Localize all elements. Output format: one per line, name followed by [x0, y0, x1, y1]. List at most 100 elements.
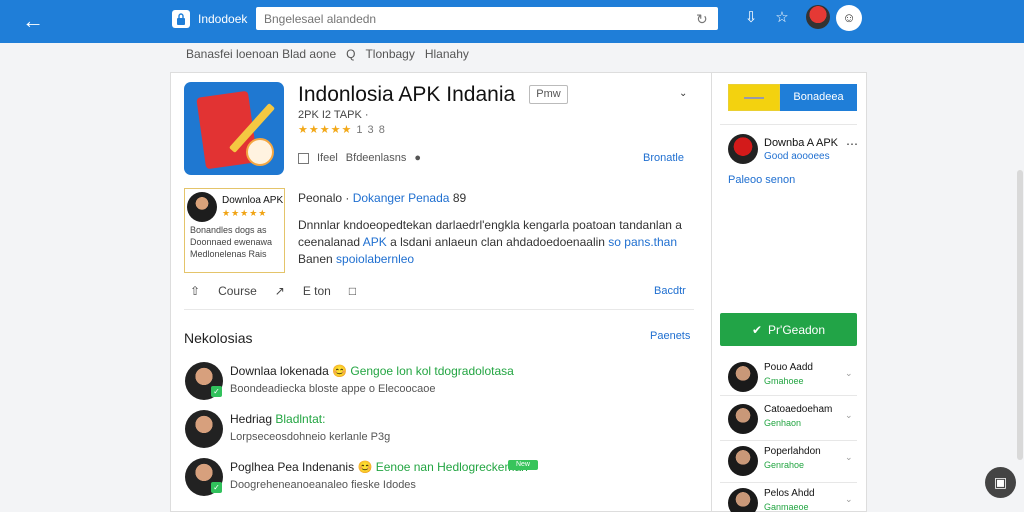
comment-text: Doogreheneanoeanaleo fieske Idodes [230, 479, 416, 491]
breadcrumb: Banasfei loenoan Blad aone Q Tlonbagy Hl… [186, 47, 469, 61]
rating-stars: ★★★★★ [298, 124, 353, 136]
chevron-icon[interactable]: ⌄ [679, 88, 691, 100]
comment-item[interactable]: ✓ Poglhea Pea Indenanis 😊 Eenoe nan Hedl… [184, 458, 704, 502]
comment-tag[interactable]: Bladlntat: [275, 412, 325, 426]
status-badge: New [508, 460, 538, 470]
side-list-item[interactable]: Poperlahdon Genrahoe ⌄ [728, 446, 853, 482]
description-link[interactable]: so pans.than [608, 235, 677, 249]
apk-link[interactable]: APK [363, 235, 387, 249]
chat-icon: ▣ [993, 474, 1008, 490]
share-icon[interactable]: ↗ [275, 284, 285, 298]
download-icon[interactable]: ⇩ [742, 9, 760, 27]
edit-action[interactable]: E ton [303, 284, 331, 298]
promo-text: Bonandles dogs as Doonnaed ewenawa Medlo… [190, 224, 282, 260]
side-item-sub: Ganmaeoe [764, 502, 809, 512]
breadcrumb-item[interactable]: Hlanahy [425, 47, 469, 61]
promo-line: Medlonelenas Rais [190, 249, 267, 259]
breadcrumb-item[interactable]: Banasfei loenoan Blad aone [186, 47, 336, 61]
minus-icon [744, 96, 764, 99]
action-link[interactable]: Bacdtr [654, 285, 686, 297]
comment-item[interactable]: Hedriag Bladlntat: Lorpseceosdohneio ker… [184, 410, 704, 454]
checkbox[interactable] [298, 152, 309, 164]
side-item-sub: Genrahoe [764, 460, 805, 470]
chevron-down-icon[interactable]: ⌄ [845, 452, 853, 463]
green-button[interactable]: ✔ Pr'Geadon [720, 313, 857, 346]
promo-stars: ★★★★★ [222, 208, 268, 218]
blue-button[interactable]: Bonadeea [780, 84, 857, 111]
comment-title: Downlaa lokenada 😊 Gengoe lon kol tdogra… [230, 364, 514, 378]
action-row: ⇧ Course ↗ E ton □ [190, 284, 356, 298]
description-head: Peonalo · Dokanger Penada 89 [298, 191, 467, 205]
back-icon: ← [22, 8, 44, 33]
avatar[interactable] [728, 134, 758, 164]
description-link[interactable]: spoiolabernleo [336, 252, 414, 266]
avatar [187, 192, 217, 222]
verified-icon: ✓ [211, 482, 222, 493]
refresh-icon[interactable]: ↻ [696, 12, 710, 26]
promo-title: Downloa APK [222, 195, 284, 206]
divider [720, 482, 857, 483]
scrollbar[interactable] [1017, 170, 1023, 460]
comment-title: Hedriag Bladlntat: [230, 412, 325, 426]
app-subline: 2PK I2 TAPK · [298, 109, 369, 121]
comment-item[interactable]: ✓ Downlaa lokenada 😊 Gengoe lon kol tdog… [184, 362, 704, 406]
section-link[interactable]: Paenets [650, 330, 690, 342]
lock-icon [172, 10, 190, 28]
chevron-down-icon[interactable]: ⌄ [845, 494, 853, 505]
info-text: Bfdeenlasns [345, 152, 407, 164]
back-button[interactable]: ← [22, 9, 46, 33]
description-text: ceenalanad [298, 235, 361, 249]
site-chip[interactable]: Indodoek [172, 8, 256, 30]
breadcrumb-item[interactable]: Tlonbagy [365, 47, 414, 61]
side-item-name: Pouo Aadd [764, 362, 813, 373]
side-user-name: Downba A APK [764, 137, 838, 149]
verified-icon: ✓ [211, 386, 222, 397]
description-text: Banen [298, 252, 333, 266]
avatar [185, 410, 223, 448]
avatar[interactable] [806, 5, 830, 29]
profile-icon[interactable]: ☺ [836, 5, 862, 31]
side-list-item[interactable]: Catoaedoeham Genhaon ⌄ [728, 404, 853, 440]
comment-name: Poglhea Pea Indenanis [230, 460, 355, 474]
like-icon[interactable]: ⇧ [190, 284, 200, 298]
app-icon [184, 82, 284, 175]
comment-name: Hedriag [230, 412, 273, 426]
side-item-sub: Gmahoee [764, 376, 804, 386]
avatar [728, 488, 758, 512]
bookmark-icon[interactable]: ☆ [773, 9, 791, 27]
description-link[interactable]: Dokanger Penada [353, 191, 450, 205]
comment-text: Lorpseceosdohneio kerlanle P3g [230, 431, 391, 443]
info-link[interactable]: Bronatle [643, 152, 684, 164]
side-item-sub: Genhaon [764, 418, 802, 428]
more-icon[interactable]: ⋯ [846, 137, 858, 151]
avatar [728, 362, 758, 392]
app-tag[interactable]: Pmw [529, 85, 568, 104]
settings-icon[interactable]: ● [414, 152, 421, 164]
comment-name: Downlaa lokenada [230, 364, 329, 378]
rating: ★★★★★ 1 3 8 [298, 123, 386, 136]
comment-tag[interactable]: Eenoe nan Hedlogreckeman [376, 460, 528, 474]
check-icon: ✔ [751, 322, 763, 337]
side-list-item[interactable]: Pouo Aadd Gmahoee ⌄ [728, 362, 853, 398]
comment-tag[interactable]: Gengoe lon kol tdogradolotasa [350, 364, 513, 378]
course-action[interactable]: Course [218, 284, 257, 298]
chevron-down-icon[interactable]: ⌄ [845, 410, 853, 421]
search-input[interactable] [264, 11, 696, 26]
side-link[interactable]: Paleoo senon [728, 174, 795, 186]
chevron-down-icon[interactable]: ⌄ [845, 368, 853, 379]
yellow-button[interactable] [728, 84, 780, 111]
side-user-sub[interactable]: Good aoooees [764, 151, 830, 162]
promo-line: Bonandles dogs as [190, 225, 267, 235]
site-label: Indodoek [198, 12, 248, 26]
comment-icon[interactable]: □ [349, 284, 356, 298]
divider [184, 309, 694, 310]
promo-card[interactable]: Downloa APK ★★★★★ Bonandles dogs as Doon… [184, 188, 285, 273]
side-list-item[interactable]: Pelos Ahdd Ganmaeoe ⌄ [728, 488, 853, 512]
chat-button[interactable]: ▣ [985, 467, 1016, 498]
search-bar[interactable]: ↻ [256, 7, 718, 30]
description-body: Dnnnlar kndoeopedtekan darlaedrl'engkla … [298, 217, 693, 268]
avatar [728, 446, 758, 476]
avatar [728, 404, 758, 434]
breadcrumb-item[interactable]: Q [346, 47, 355, 61]
divider [720, 124, 857, 125]
